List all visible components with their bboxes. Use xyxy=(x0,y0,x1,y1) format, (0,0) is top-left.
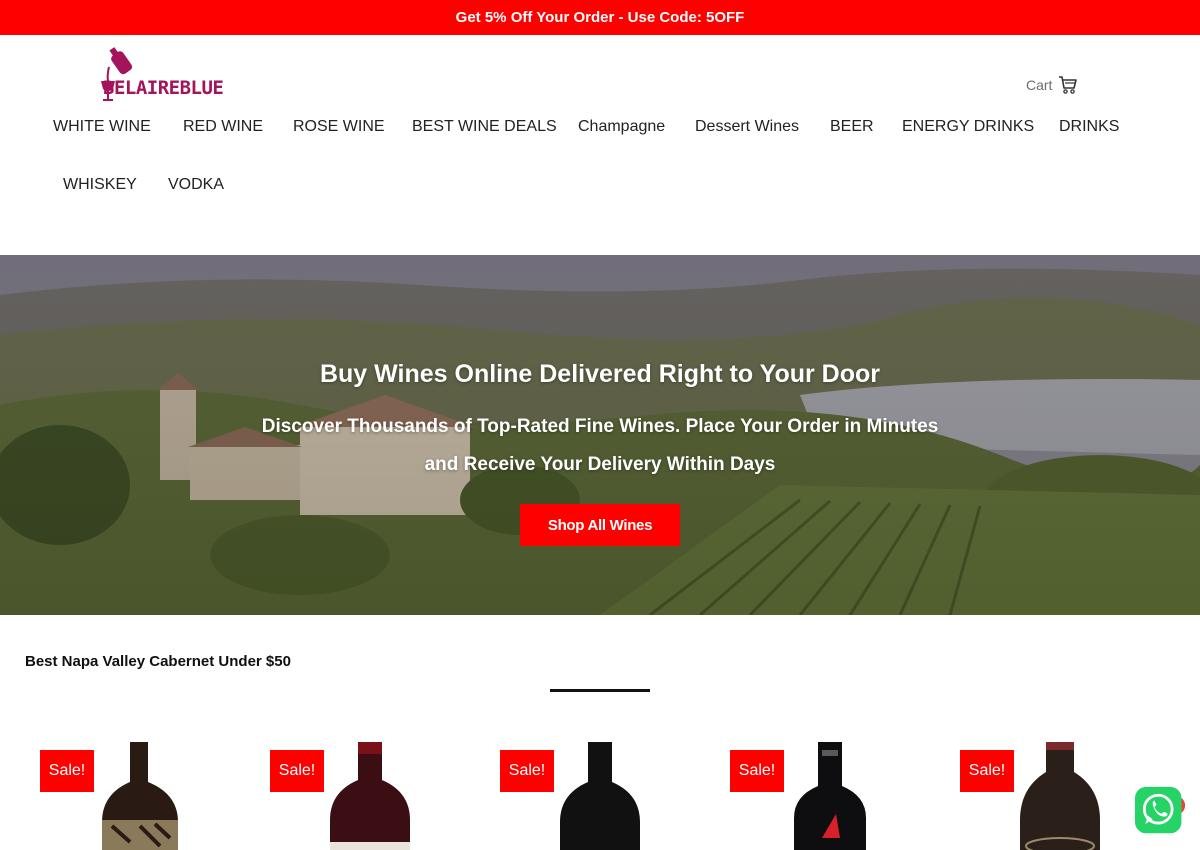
product-card[interactable]: Sale! xyxy=(960,742,1160,850)
nav-item-white-wine[interactable]: WHITE WINE xyxy=(53,118,151,136)
nav-item-vodka[interactable]: VODKA xyxy=(168,176,224,194)
nav-item-dessert-wines[interactable]: Dessert Wines xyxy=(695,118,799,136)
product-card[interactable]: Sale! xyxy=(500,742,700,850)
product-card[interactable]: Sale! xyxy=(730,742,930,850)
nav-item-champagne[interactable]: Champagne xyxy=(578,118,665,136)
wine-bottle-image xyxy=(1020,742,1100,850)
sale-badge: Sale! xyxy=(960,750,1014,792)
wine-bottle-image xyxy=(560,742,640,850)
logo-text: BELAIREBLUE xyxy=(103,77,224,99)
nav-item-beer[interactable]: BEER xyxy=(830,118,874,136)
site-logo[interactable]: BELAIREBLUE xyxy=(95,45,225,103)
wine-bottle-image xyxy=(794,742,866,850)
hero-subtitle: Discover Thousands of Top-Rated Fine Win… xyxy=(261,416,939,475)
sale-badge: Sale! xyxy=(40,750,94,792)
nav-item-rose-wine[interactable]: ROSE WINE xyxy=(293,118,385,136)
nav-item-red-wine[interactable]: RED WINE xyxy=(183,118,263,136)
nav-item-drinks[interactable]: DRINKS xyxy=(1059,118,1119,136)
section-divider xyxy=(550,689,650,692)
section-title: Best Napa Valley Cabernet Under $50 xyxy=(25,653,291,670)
sale-badge: Sale! xyxy=(270,750,324,792)
wine-bottle-image xyxy=(330,742,410,850)
shop-all-wines-button[interactable]: Shop All Wines xyxy=(520,504,680,546)
hero-banner: Buy Wines Online Delivered Right to Your… xyxy=(0,255,1200,615)
nav-item-best-wine-deals[interactable]: BEST WINE DEALS xyxy=(412,118,557,136)
hero-title: Buy Wines Online Delivered Right to Your… xyxy=(319,360,881,388)
cart-link[interactable]: Cart xyxy=(1026,76,1078,94)
promo-text: Get 5% Off Your Order - Use Code: 5OFF xyxy=(455,9,745,26)
product-card[interactable]: Sale! xyxy=(40,742,240,850)
promo-bar: Get 5% Off Your Order - Use Code: 5OFF xyxy=(0,0,1200,35)
sale-badge: Sale! xyxy=(500,750,554,792)
nav-item-whiskey[interactable]: WHISKEY xyxy=(63,176,137,194)
nav-item-energy-drinks[interactable]: ENERGY DRINKS xyxy=(902,118,1034,136)
cart-icon xyxy=(1059,76,1078,94)
product-card[interactable]: Sale! xyxy=(270,742,470,850)
whatsapp-icon[interactable] xyxy=(1135,785,1187,837)
sale-badge: Sale! xyxy=(730,750,784,792)
cart-label: Cart xyxy=(1026,77,1053,93)
wine-bottle-image xyxy=(102,742,178,850)
